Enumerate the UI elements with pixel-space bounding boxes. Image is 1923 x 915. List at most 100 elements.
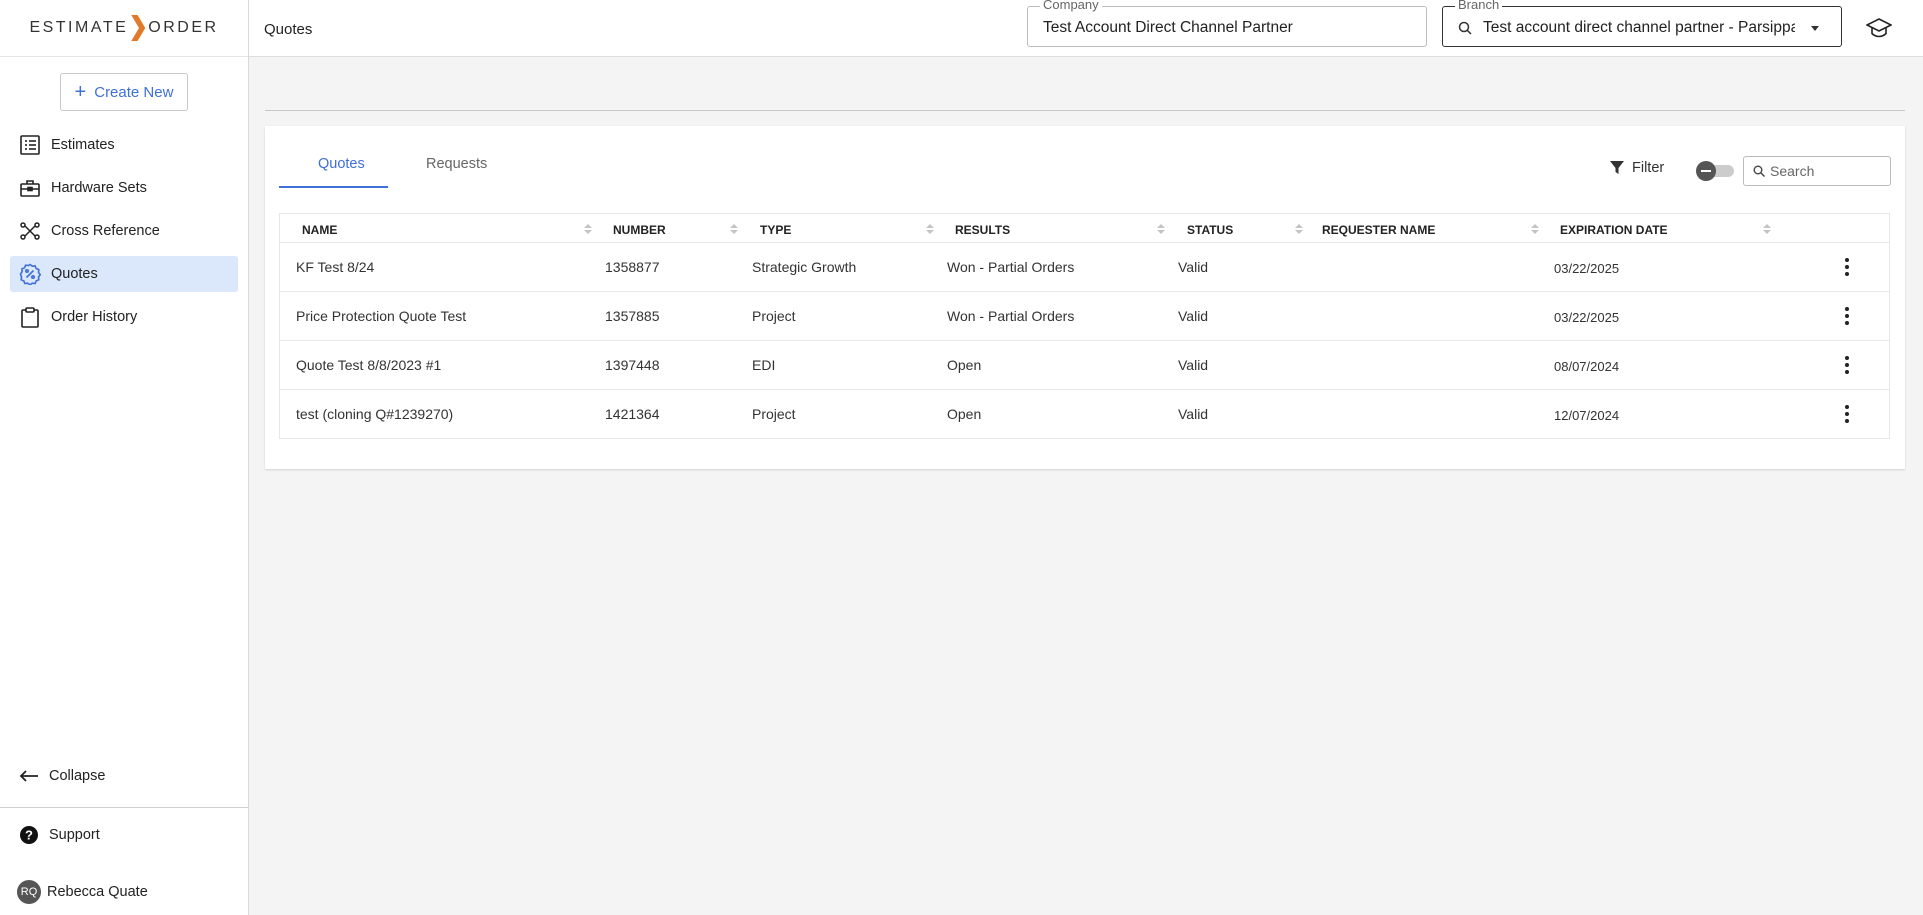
sidebar-item-label: Estimates xyxy=(51,137,115,153)
sidebar-divider xyxy=(0,807,249,808)
support-link[interactable]: ? Support xyxy=(19,825,100,845)
cell-type: EDI xyxy=(752,357,776,373)
company-value: Test Account Direct Channel Partner xyxy=(1043,19,1293,36)
cross-reference-icon xyxy=(19,220,41,242)
search-icon xyxy=(1753,165,1765,177)
list-icon xyxy=(19,134,41,156)
filter-button[interactable]: Filter xyxy=(1610,160,1664,176)
sidebar-item-quotes[interactable]: Quotes xyxy=(10,256,238,292)
help-icon: ? xyxy=(20,826,38,844)
quotes-card: Quotes Requests Filter NAME NUMBER TYPE … xyxy=(265,126,1905,469)
collapse-button[interactable]: Collapse xyxy=(19,768,105,784)
column-header-number[interactable]: NUMBER xyxy=(613,223,666,237)
toolbox-icon xyxy=(19,177,41,199)
branch-label: Branch xyxy=(1455,0,1503,12)
more-options-icon[interactable] xyxy=(1838,305,1856,327)
page-title: Quotes xyxy=(264,21,313,38)
cell-number: 1397448 xyxy=(605,357,660,373)
cell-type: Project xyxy=(752,406,796,422)
more-options-icon[interactable] xyxy=(1838,354,1856,376)
cell-number: 1358877 xyxy=(605,259,660,275)
brand-logo-left: ESTIMATE xyxy=(29,19,129,36)
filter-icon xyxy=(1610,161,1624,174)
toggle-knob xyxy=(1696,161,1716,181)
column-header-status[interactable]: STATUS xyxy=(1187,223,1233,237)
chevron-down-icon[interactable] xyxy=(1811,26,1819,31)
cell-status: Valid xyxy=(1178,259,1209,275)
branch-select[interactable]: Branch Test account direct channel partn… xyxy=(1442,0,1842,47)
sort-icon[interactable] xyxy=(1295,224,1303,236)
column-header-requester-name[interactable]: REQUESTER NAME xyxy=(1322,223,1435,237)
search-icon xyxy=(1458,21,1472,35)
cell-name: Price Protection Quote Test xyxy=(296,308,467,324)
create-new-label: Create New xyxy=(94,83,174,101)
sort-icon[interactable] xyxy=(1157,224,1165,236)
tab-requests[interactable]: Requests xyxy=(426,156,487,172)
cell-number: 1357885 xyxy=(605,308,660,324)
column-header-results[interactable]: RESULTS xyxy=(955,223,1010,237)
more-options-icon[interactable] xyxy=(1838,403,1856,425)
column-header-expiration-date[interactable]: EXPIRATION DATE xyxy=(1560,223,1668,237)
more-options-icon[interactable] xyxy=(1838,256,1856,278)
create-new-button[interactable]: + Create New xyxy=(60,73,188,111)
cell-name: test (cloning Q#1239270) xyxy=(296,406,454,422)
toggle-switch[interactable] xyxy=(1696,161,1734,181)
search-input[interactable] xyxy=(1770,161,1885,181)
search-field[interactable] xyxy=(1743,156,1891,186)
clipboard-icon xyxy=(19,306,41,328)
sort-icon[interactable] xyxy=(730,224,738,236)
sidebar-item-hardware-sets[interactable]: Hardware Sets xyxy=(10,170,238,206)
table-row[interactable]: test (cloning Q#1239270) 1421364 Project… xyxy=(279,390,1890,439)
cell-number: 1421364 xyxy=(605,406,660,422)
sort-icon[interactable] xyxy=(926,224,934,236)
cell-status: Valid xyxy=(1178,357,1209,373)
tab-quotes[interactable]: Quotes xyxy=(318,156,365,172)
cell-results: Open xyxy=(947,406,982,422)
quotes-icon xyxy=(19,263,41,285)
sort-icon[interactable] xyxy=(1531,224,1539,236)
cell-status: Valid xyxy=(1178,308,1209,324)
filter-label: Filter xyxy=(1632,160,1665,176)
graduation-cap-icon[interactable] xyxy=(1865,16,1893,45)
sidebar-item-cross-reference[interactable]: Cross Reference xyxy=(10,213,238,249)
table-row[interactable]: Price Protection Quote Test 1357885 Proj… xyxy=(279,292,1890,341)
svg-text:?: ? xyxy=(25,828,33,843)
sidebar-item-label: Order History xyxy=(51,309,138,325)
table-header: NAME NUMBER TYPE RESULTS STATUS REQUESTE… xyxy=(279,213,1890,243)
cell-results: Won - Partial Orders xyxy=(947,259,1075,275)
brand-logo[interactable]: ESTIMATE ORDER xyxy=(0,0,248,57)
table-row[interactable]: KF Test 8/24 1358877 Strategic Growth Wo… xyxy=(279,243,1890,292)
sidebar: ESTIMATE ORDER + Create New Estimates Ha… xyxy=(0,0,249,915)
cell-results: Open xyxy=(947,357,982,373)
arrow-left-icon xyxy=(19,770,38,782)
cell-results: Won - Partial Orders xyxy=(947,308,1075,324)
company-field[interactable]: Company Test Account Direct Channel Part… xyxy=(1027,0,1427,47)
cell-expiration: 08/07/2024 xyxy=(1554,359,1620,374)
plus-icon: + xyxy=(74,81,87,103)
active-tab-indicator xyxy=(279,186,388,188)
brand-chevron-icon xyxy=(131,15,146,41)
column-header-type[interactable]: TYPE xyxy=(760,223,791,237)
cell-status: Valid xyxy=(1178,406,1209,422)
column-header-name[interactable]: NAME xyxy=(302,223,337,237)
sidebar-item-label: Cross Reference xyxy=(51,223,160,239)
user-name: Rebecca Quate xyxy=(47,884,148,900)
cell-type: Strategic Growth xyxy=(752,259,857,275)
cell-name: KF Test 8/24 xyxy=(296,259,375,275)
cell-type: Project xyxy=(752,308,796,324)
sidebar-nav: Estimates Hardware Sets Cross Reference … xyxy=(10,127,238,342)
content-divider xyxy=(265,110,1905,111)
sidebar-item-label: Quotes xyxy=(51,266,98,282)
sidebar-item-order-history[interactable]: Order History xyxy=(10,299,238,335)
table-row[interactable]: Quote Test 8/8/2023 #1 1397448 EDI Open … xyxy=(279,341,1890,390)
brand-logo-right: ORDER xyxy=(148,19,219,36)
sort-icon[interactable] xyxy=(1763,224,1771,236)
sidebar-item-estimates[interactable]: Estimates xyxy=(10,127,238,163)
sort-icon[interactable] xyxy=(584,224,592,236)
user-menu[interactable]: RQ Rebecca Quate xyxy=(17,880,148,904)
branch-value: Test account direct channel partner - Pa… xyxy=(1483,19,1795,36)
sidebar-item-label: Hardware Sets xyxy=(51,180,147,196)
collapse-label: Collapse xyxy=(49,768,106,784)
support-label: Support xyxy=(49,827,100,843)
cell-expiration: 12/07/2024 xyxy=(1554,408,1620,423)
